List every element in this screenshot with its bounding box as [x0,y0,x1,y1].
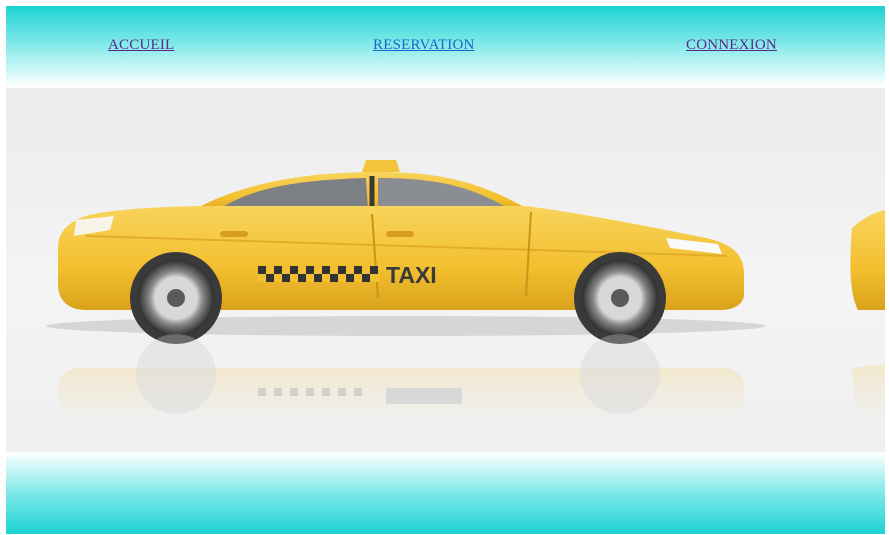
hero-banner-image: TAXI [6,88,885,452]
nav-link-reservation[interactable]: RESERVATION [373,37,475,54]
footer-bar [6,452,885,534]
nav-link-connexion[interactable]: CONNEXION [686,37,777,54]
taxi-door-label: TAXI [386,262,437,288]
nav-link-accueil[interactable]: ACCUEIL [108,37,174,54]
taxi-illustration: TAXI [46,160,885,418]
header-bar: ACCUEIL RESERVATION CONNEXION [6,6,885,87]
main-nav: ACCUEIL RESERVATION CONNEXION [6,6,885,87]
page: ACCUEIL RESERVATION CONNEXION TAXI [0,0,889,535]
taxi-roof-sign [362,160,400,172]
checkered-stripe [258,266,380,282]
